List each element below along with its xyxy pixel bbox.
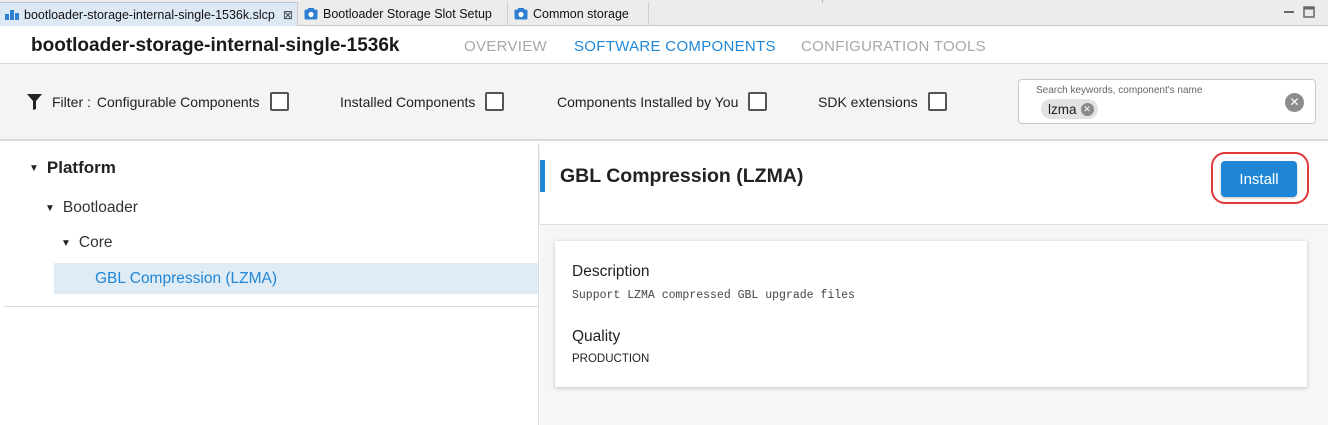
component-tree: ▼ Platform ▼ Bootloader ▼ Core GBL Compr…	[4, 143, 538, 307]
config-tool-icon	[513, 7, 529, 21]
editor-tab-slot-setup[interactable]: Bootloader Storage Slot Setup	[299, 2, 508, 26]
editor-tab-label: bootloader-storage-internal-single-1536k…	[24, 7, 275, 22]
description-heading: Description	[572, 263, 650, 280]
tree-item-platform[interactable]: ▼ Platform	[29, 158, 116, 178]
filter-installed: Installed Components	[340, 92, 505, 111]
tree-item-label: GBL Compression (LZMA)	[95, 269, 278, 287]
maximize-icon[interactable]	[1303, 6, 1315, 18]
component-title: GBL Compression (LZMA)	[560, 165, 804, 187]
search-placeholder: Search keywords, component's name	[1036, 85, 1203, 96]
installed-by-you-checkbox[interactable]	[748, 92, 768, 111]
config-tool-icon	[303, 7, 319, 21]
expand-caret-icon[interactable]: ▼	[45, 203, 55, 214]
component-detail-header: GBL Compression (LZMA) Install	[540, 143, 1328, 225]
filter-installed-by-you: Components Installed by You	[557, 92, 768, 111]
filter-option-label: Components Installed by You	[557, 93, 739, 110]
accent-bar	[540, 160, 545, 192]
clear-search-icon[interactable]: ✕	[1285, 93, 1304, 112]
installed-components-checkbox[interactable]	[485, 92, 505, 111]
sdk-extensions-checkbox[interactable]	[927, 92, 947, 111]
project-icon	[4, 8, 20, 22]
install-button[interactable]: Install	[1221, 161, 1297, 197]
project-title: bootloader-storage-internal-single-1536k	[31, 35, 400, 56]
tab-configuration-tools[interactable]: CONFIGURATION TOOLS	[801, 38, 986, 55]
description-text: Support LZMA compressed GBL upgrade file…	[572, 289, 855, 302]
tree-item-core[interactable]: ▼ Core	[61, 234, 113, 252]
filter-option-label: Installed Components	[340, 93, 476, 110]
component-detail-body: Description Support LZMA compressed GBL …	[540, 225, 1328, 425]
component-info-card: Description Support LZMA compressed GBL …	[555, 241, 1307, 387]
editor-tab-strip: bootloader-storage-internal-single-1536k…	[0, 0, 1328, 26]
pane-splitter[interactable]	[538, 143, 539, 425]
tree-item-label: Core	[78, 234, 113, 251]
quality-heading: Quality	[572, 328, 621, 345]
tree-item-label: Bootloader	[62, 199, 138, 216]
filter-option-label: Configurable Components	[96, 93, 260, 110]
project-header: bootloader-storage-internal-single-1536k…	[0, 26, 1328, 66]
editor-tab-project[interactable]: bootloader-storage-internal-single-1536k…	[0, 2, 298, 26]
filter-label: Filter :	[52, 93, 91, 110]
close-icon[interactable]: ⊠	[283, 8, 293, 22]
tab-overview[interactable]: OVERVIEW	[464, 38, 547, 55]
filter-option-label: SDK extensions	[818, 93, 918, 110]
quality-value: PRODUCTION	[572, 353, 650, 365]
expand-caret-icon[interactable]: ▼	[61, 238, 71, 249]
filter-icon	[27, 93, 42, 110]
divider	[822, 0, 823, 3]
editor-tab-common-storage[interactable]: Common storage	[509, 2, 649, 26]
editor-tab-label: Bootloader Storage Slot Setup	[323, 7, 492, 21]
tree-item-bootloader[interactable]: ▼ Bootloader	[45, 199, 138, 217]
chip-remove-icon[interactable]: ✕	[1080, 102, 1094, 116]
configurable-components-checkbox[interactable]	[269, 92, 289, 111]
filter-bar: Filter : Configurable Components Install…	[0, 64, 1328, 141]
minimize-icon[interactable]	[1283, 6, 1295, 18]
search-input[interactable]: Search keywords, component's name lzma ✕…	[1018, 79, 1316, 124]
tree-item-gbl-compression[interactable]: GBL Compression (LZMA)	[54, 263, 538, 294]
editor-tab-label: Common storage	[533, 7, 629, 21]
search-chip-label: lzma	[1048, 101, 1077, 117]
expand-caret-icon[interactable]: ▼	[29, 163, 39, 174]
tab-software-components[interactable]: SOFTWARE COMPONENTS	[574, 38, 776, 66]
filter-sdk-extensions: SDK extensions	[818, 92, 947, 111]
filter-configurable: Filter : Configurable Components	[27, 92, 289, 111]
search-chip: lzma ✕	[1041, 99, 1098, 119]
tree-item-label: Platform	[46, 158, 116, 177]
